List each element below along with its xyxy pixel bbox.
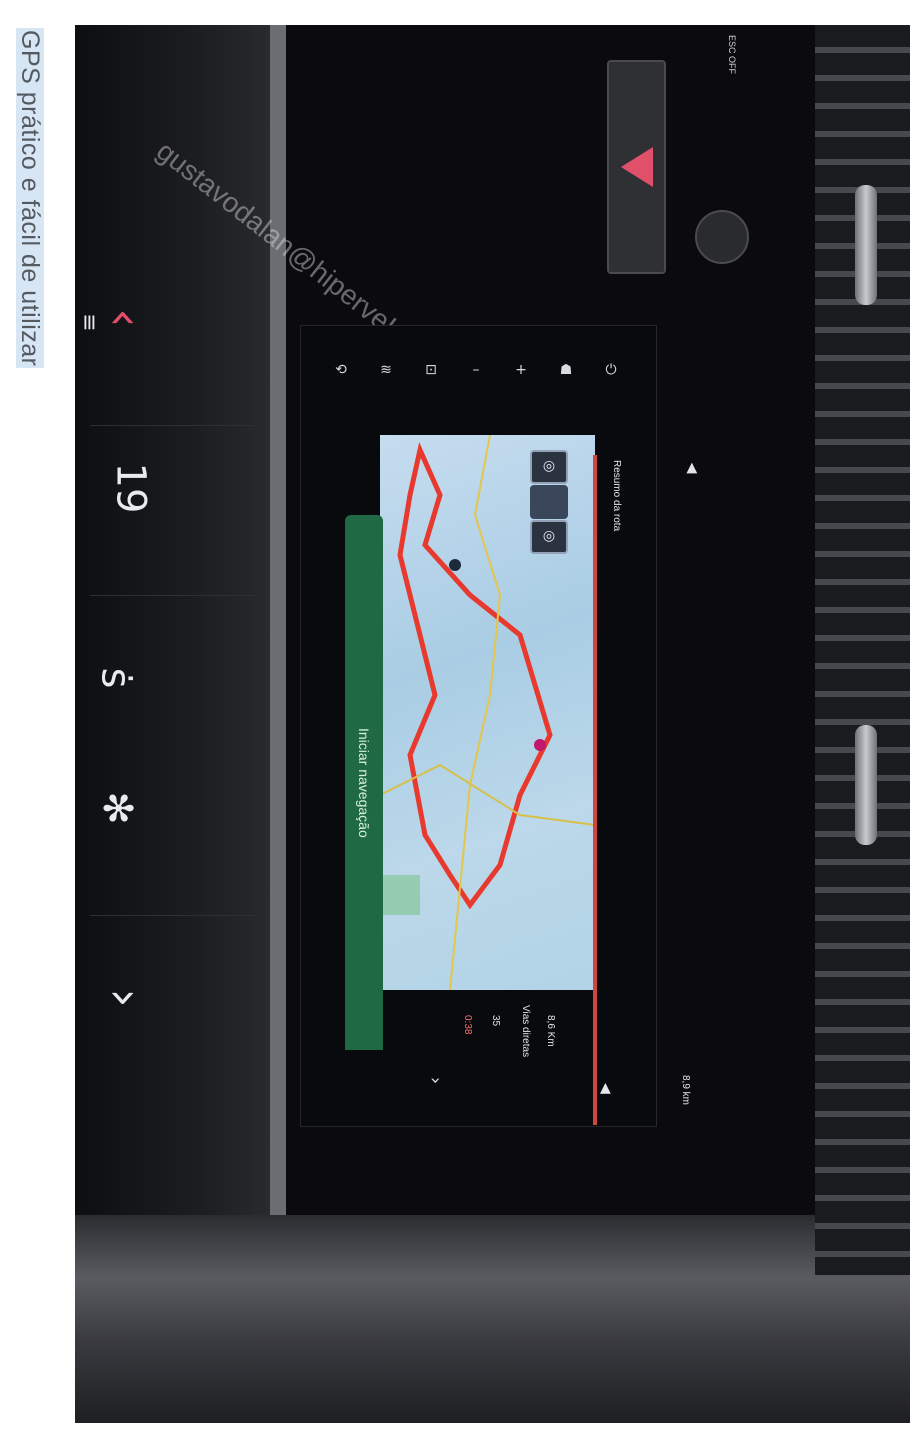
finish-flag-icon	[449, 559, 461, 571]
side-icon-settings[interactable]: ≋	[375, 340, 397, 400]
divider	[90, 915, 255, 916]
start-navigation-button[interactable]: Iniciar navegação	[345, 515, 383, 1050]
page: GPS prático e fácil de utilizar ESC OFF …	[0, 0, 915, 1448]
time-remaining: 0:38	[462, 1015, 473, 1035]
route-summary-title: Resumo da rota	[611, 460, 622, 532]
vent-knob-icon[interactable]	[855, 725, 877, 845]
hazard-button[interactable]	[607, 60, 666, 274]
route-info-panel: 0:38 35 Vias diretas 8,6 Km 8,9 km	[380, 995, 691, 1125]
expand-icon[interactable]: ▶	[683, 463, 699, 474]
air-vents	[815, 25, 910, 1275]
side-icon-plus[interactable]: +	[510, 340, 532, 400]
zoom-out-button[interactable]: ◎	[530, 520, 568, 554]
destination-pin-icon	[534, 739, 546, 751]
hazard-triangle-icon	[620, 147, 653, 187]
park-area	[380, 875, 420, 915]
route-distance: 8,6 Km	[545, 1015, 556, 1047]
side-icon-power[interactable]: ⏻	[600, 340, 622, 400]
screen-side-icons: ⟲ ≋ ⊡ – + ☗ ⏻	[330, 340, 630, 410]
temperature-left: 19	[107, 462, 154, 514]
side-icon-minus[interactable]: –	[465, 340, 487, 400]
esc-off-label: ESC OFF	[727, 35, 737, 75]
zoom-in-button[interactable]: ◎	[530, 450, 568, 484]
map-center-button[interactable]	[530, 485, 568, 519]
fan-icon[interactable]: ✻	[94, 791, 140, 825]
start-navigation-label: Iniciar navegação	[356, 727, 372, 838]
total-distance: 8,9 km	[680, 1075, 691, 1106]
road-line	[449, 435, 502, 990]
menu-icon[interactable]: ≡	[77, 313, 102, 331]
side-icon-return[interactable]: ⟲	[330, 340, 352, 400]
side-icon-home[interactable]: ☗	[555, 340, 577, 400]
dash-lower-trim	[75, 1215, 910, 1423]
volume-knob[interactable]	[695, 210, 749, 264]
chevron-down-icon[interactable]: ›	[97, 988, 153, 1007]
vent-knob-icon[interactable]	[855, 185, 877, 305]
duration: 35	[490, 1015, 501, 1027]
caption: GPS prático e fácil de utilizar	[14, 28, 44, 488]
caption-text: GPS prático e fácil de utilizar	[16, 28, 44, 369]
chevron-up-icon[interactable]: ‹	[97, 308, 153, 327]
route-type: Vias diretas	[520, 1005, 531, 1058]
seat-heat-icon[interactable]: ṡ	[92, 668, 138, 689]
route-map[interactable]: ◎ ◎	[380, 435, 595, 990]
divider	[90, 425, 255, 426]
side-icon-media[interactable]: ⊡	[420, 340, 442, 400]
divider	[90, 595, 255, 596]
